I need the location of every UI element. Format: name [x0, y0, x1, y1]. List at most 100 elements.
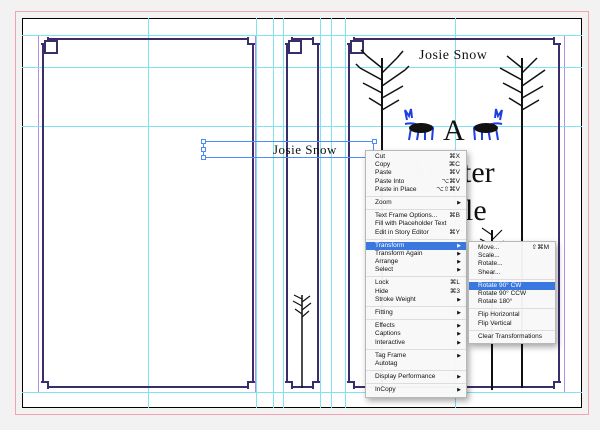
selection-handle[interactable] — [201, 147, 206, 152]
menu-separator — [366, 238, 466, 240]
menu-item-label: InCopy — [375, 386, 396, 394]
submenu-arrow-icon: ▶ — [457, 331, 461, 338]
guide-horizontal[interactable] — [22, 392, 582, 393]
menu-item-label: Edit in Story Editor — [375, 228, 429, 236]
selection-handle[interactable] — [201, 155, 206, 160]
context-menu-item-fill-with-placeholder-text[interactable]: Fill with Placeholder Text — [366, 220, 466, 228]
menu-item-label: Copy — [375, 161, 391, 169]
menu-item-label: Rotate 90° CCW — [478, 289, 527, 297]
context-menu-item-transform[interactable]: Transform ▶ — [366, 241, 466, 250]
context-menu-item-text-frame-options[interactable]: Text Frame Options... ⌘B — [366, 212, 466, 220]
spine-author-name[interactable]: Josie Snow — [273, 142, 337, 158]
guide-horizontal[interactable] — [22, 35, 582, 36]
submenu-arrow-icon: ▶ — [457, 339, 461, 346]
context-menu-item-stroke-weight[interactable]: Stroke Weight ▶ — [366, 296, 466, 304]
menu-item-shortcut: ⌘L — [449, 279, 460, 287]
menu-item-label: Paste — [375, 169, 392, 177]
menu-separator — [366, 209, 466, 211]
context-menu-item-transform-again[interactable]: Transform Again ▶ — [366, 250, 466, 258]
menu-item-shortcut: ⌘V — [449, 169, 460, 177]
context-menu-item-fitting[interactable]: Fitting ▶ — [366, 309, 466, 317]
submenu-arrow-icon: ▶ — [457, 296, 461, 303]
menu-item-label: Lock — [375, 279, 389, 287]
frame-corner — [347, 37, 355, 45]
menu-item-shortcut: ⌘3 — [449, 287, 460, 295]
transform-menu-item-rotate-90-cw[interactable]: Rotate 90° CW — [469, 281, 555, 290]
context-menu-item-zoom[interactable]: Zoom ▶ — [366, 199, 466, 207]
context-menu-item-arrange[interactable]: Arrange ▶ — [366, 258, 466, 266]
context-menu-item-paste-in-place[interactable]: Paste in Place ⌥⇧⌘V — [366, 186, 466, 194]
deer-illustration[interactable] — [468, 106, 508, 142]
transform-menu-item-move[interactable]: Move... ⇧⌘M — [469, 244, 555, 252]
transform-submenu[interactable]: Move... ⇧⌘M Scale... Rotate... Shear... Rotat… — [468, 241, 556, 344]
context-menu-item-tag-frame[interactable]: Tag Frame ▶ — [366, 352, 466, 360]
menu-item-label: Zoom — [375, 198, 392, 206]
context-menu-item-paste-into[interactable]: Paste Into ⌥⌘V — [366, 178, 466, 186]
context-menu-item-select[interactable]: Select ▶ — [366, 266, 466, 274]
transform-menu-item-rotate[interactable]: Rotate... — [469, 260, 555, 268]
title-letter: le — [465, 194, 487, 227]
menu-item-label: Interactive — [375, 338, 405, 346]
context-menu-item-captions[interactable]: Captions ▶ — [366, 330, 466, 338]
context-menu-item-autotag[interactable]: Autotag — [366, 360, 466, 368]
submenu-arrow-icon: ▶ — [457, 352, 461, 359]
context-menu-item-hide[interactable]: Hide ⌘3 — [366, 288, 466, 296]
menu-item-label: Display Performance — [375, 373, 436, 381]
menu-item-label: Select — [375, 266, 394, 274]
frame-corner — [41, 381, 49, 389]
context-menu-item-display-performance[interactable]: Display Performance ▶ — [366, 373, 466, 381]
menu-item-label: Paste in Place — [375, 185, 417, 193]
guide-vertical[interactable] — [331, 18, 332, 408]
context-menu-item-incopy[interactable]: InCopy ▶ — [366, 386, 466, 394]
transform-menu-item-flip-horizontal[interactable]: Flip Horizontal — [469, 311, 555, 319]
context-menu-item-edit-in-story-editor[interactable]: Edit in Story Editor ⌘Y — [366, 229, 466, 237]
guide-vertical[interactable] — [273, 18, 274, 408]
menu-separator — [366, 276, 466, 278]
transform-menu-item-flip-vertical[interactable]: Flip Vertical — [469, 320, 555, 328]
menu-item-label: Arrange — [375, 258, 399, 266]
guide-vertical[interactable] — [320, 18, 321, 408]
menu-separator — [366, 383, 466, 385]
menu-separator — [366, 319, 466, 321]
back-cover-frame[interactable] — [41, 37, 255, 389]
context-menu-item-lock[interactable]: Lock ⌘L — [366, 279, 466, 287]
context-menu-item-paste[interactable]: Paste ⌘V — [366, 169, 466, 177]
transform-menu-item-rotate-180[interactable]: Rotate 180° — [469, 298, 555, 306]
menu-item-label: Flip Horizontal — [478, 311, 520, 319]
title-letter: A — [443, 114, 465, 147]
context-menu-item-effects[interactable]: Effects ▶ — [366, 322, 466, 330]
transform-menu-item-scale[interactable]: Scale... — [469, 252, 555, 260]
menu-separator — [469, 308, 555, 310]
transform-menu-item-clear-transformations[interactable]: Clear Transformations — [469, 333, 555, 341]
menu-item-label: Text Frame Options... — [375, 212, 438, 220]
guide-vertical[interactable] — [256, 18, 257, 408]
context-menu-item-cut[interactable]: Cut ⌘X — [366, 153, 466, 161]
menu-item-label: Effects — [375, 322, 395, 330]
frame-corner — [247, 37, 255, 45]
context-menu[interactable]: Cut ⌘X Copy ⌘C Paste ⌘V Paste Into ⌥⌘V Paste in … — [365, 150, 467, 398]
deer-illustration[interactable] — [399, 106, 439, 142]
submenu-arrow-icon: ▶ — [457, 242, 461, 249]
submenu-arrow-icon: ▶ — [457, 387, 461, 394]
menu-item-label: Transform Again — [375, 249, 423, 257]
cover-author-name[interactable]: Josie Snow — [419, 48, 487, 64]
submenu-arrow-icon: ▶ — [457, 250, 461, 257]
selection-handle[interactable] — [201, 139, 206, 144]
transform-menu-item-rotate-90-ccw[interactable]: Rotate 90° CCW — [469, 290, 555, 298]
menu-item-label: Transform — [375, 241, 405, 249]
context-menu-item-interactive[interactable]: Interactive ▶ — [366, 339, 466, 347]
frame-corner — [247, 381, 255, 389]
menu-item-shortcut: ⌘X — [449, 153, 460, 160]
submenu-arrow-icon: ▶ — [457, 267, 461, 274]
menu-item-label: Hide — [375, 287, 389, 295]
menu-item-label: Scale... — [478, 252, 500, 260]
menu-item-shortcut: ⌘B — [449, 212, 460, 220]
guide-vertical[interactable] — [345, 18, 346, 408]
guide-vertical[interactable] — [283, 18, 284, 408]
transform-menu-item-shear[interactable]: Shear... — [469, 269, 555, 277]
menu-item-label: Cut — [375, 153, 386, 160]
submenu-arrow-icon: ▶ — [457, 259, 461, 266]
submenu-arrow-icon: ▶ — [457, 199, 461, 206]
frame-corner — [553, 37, 561, 45]
menu-item-shortcut: ⌥⇧⌘V — [436, 185, 460, 193]
